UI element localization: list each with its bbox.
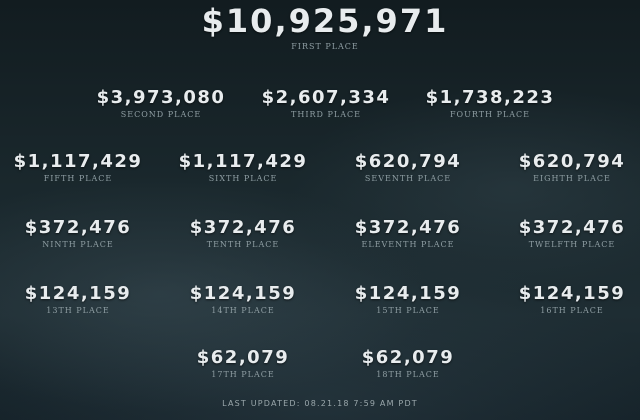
prize-third-place: $2,607,334 THIRD PLACE [262,88,391,120]
prize-amount: $2,607,334 [261,87,391,108]
prize-amount: $124,159 [24,283,132,304]
prize-amount: $372,476 [354,217,462,238]
prize-fifth-place: $1,117,429 FIFTH PLACE [14,152,143,184]
prize-eleventh-place: $372,476 ELEVENTH PLACE [355,218,462,250]
prize-16th-place: $124,159 16TH PLACE [519,284,626,316]
prize-second-place: $3,973,080 SECOND PLACE [97,88,226,120]
prize-pool-board: $10,925,971 FIRST PLACE $3,973,080 SECON… [0,0,640,420]
prize-place-label: SEVENTH PLACE [364,174,452,183]
prize-place-label: THIRD PLACE [291,110,361,119]
prize-sixth-place: $1,117,429 SIXTH PLACE [179,152,308,184]
prize-place-label: FIFTH PLACE [43,174,113,183]
last-updated-text: LAST UPDATED: 08.21.18 7:59 AM PDT [222,399,418,408]
prize-amount: $372,476 [518,217,626,238]
prize-amount: $3,973,080 [96,87,226,108]
prize-17th-place: $62,079 17TH PLACE [197,348,289,380]
prize-amount: $620,794 [354,151,462,172]
prize-amount: $620,794 [518,151,626,172]
prize-place-label: TENTH PLACE [206,240,280,249]
prize-amount: $1,117,429 [178,151,308,172]
prize-18th-place: $62,079 18TH PLACE [362,348,454,380]
prize-place-label: SECOND PLACE [120,110,202,119]
prize-place-label: 13TH PLACE [46,306,110,315]
prize-place-label: 15TH PLACE [376,306,440,315]
prize-twelfth-place: $372,476 TWELFTH PLACE [519,218,626,250]
prize-place-label: ELEVENTH PLACE [361,240,455,249]
prize-13th-place: $124,159 13TH PLACE [25,284,132,316]
prize-amount: $1,738,223 [425,87,555,108]
prize-place-label: 14TH PLACE [211,306,275,315]
prize-amount: $124,159 [518,283,626,304]
prize-first-place: $10,925,971 FIRST PLACE [202,4,449,52]
prize-amount: $124,159 [189,283,297,304]
prize-amount: $372,476 [189,217,297,238]
prize-ninth-place: $372,476 NINTH PLACE [25,218,132,250]
prize-amount: $372,476 [24,217,132,238]
prize-place-label: 17TH PLACE [211,370,275,379]
prize-eighth-place: $620,794 EIGHTH PLACE [519,152,626,184]
prize-place-label: 18TH PLACE [376,370,440,379]
prize-place-label: SIXTH PLACE [208,174,278,183]
prize-place-label: 16TH PLACE [540,306,604,315]
prize-amount: $124,159 [354,283,462,304]
prize-14th-place: $124,159 14TH PLACE [190,284,297,316]
prize-place-label: NINTH PLACE [42,240,114,249]
prize-15th-place: $124,159 15TH PLACE [355,284,462,316]
prize-amount: $10,925,971 [201,2,449,40]
prize-place-label: FOURTH PLACE [449,110,531,119]
prize-amount: $62,079 [361,347,455,368]
prize-amount: $62,079 [196,347,290,368]
prize-tenth-place: $372,476 TENTH PLACE [190,218,297,250]
prize-place-label: TWELFTH PLACE [528,240,616,249]
prize-place-label: FIRST PLACE [291,42,359,51]
prize-fourth-place: $1,738,223 FOURTH PLACE [426,88,555,120]
prize-amount: $1,117,429 [13,151,143,172]
prize-place-label: EIGHTH PLACE [533,174,611,183]
prize-seventh-place: $620,794 SEVENTH PLACE [355,152,462,184]
